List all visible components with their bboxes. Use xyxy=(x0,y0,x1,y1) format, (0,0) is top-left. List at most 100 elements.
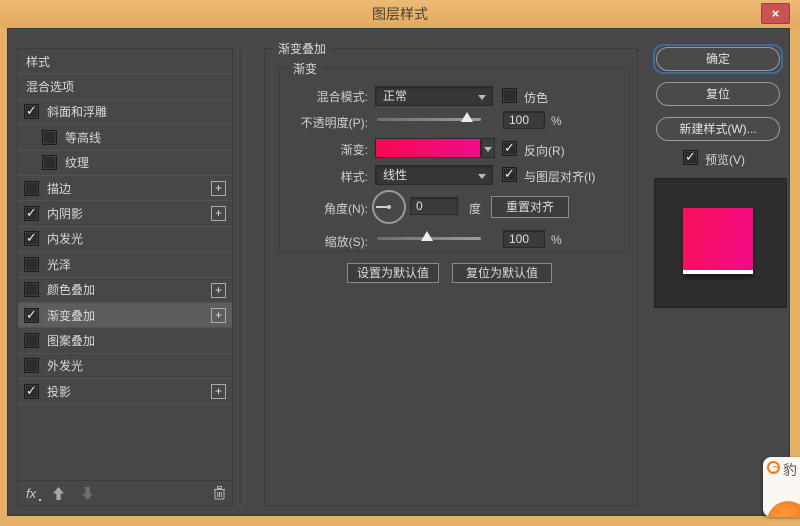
style-enabled-checkbox[interactable] xyxy=(24,307,39,323)
chevron-down-icon xyxy=(478,174,486,179)
group-title: 渐变 xyxy=(288,60,323,77)
opacity-slider-handle[interactable] xyxy=(461,112,473,122)
background-app-text: 豹 xyxy=(783,462,797,478)
close-icon: × xyxy=(771,6,780,21)
style-enabled-checkbox[interactable] xyxy=(24,180,39,196)
style-item-label: 纹理 xyxy=(65,156,90,171)
reset-button[interactable]: 复位 xyxy=(656,82,780,106)
gradient-label: 渐变: xyxy=(340,143,368,157)
blend-mode-label: 混合模式: xyxy=(316,90,368,104)
style-item-label: 外发光 xyxy=(47,359,84,374)
add-instance-button[interactable]: + xyxy=(211,307,226,323)
chevron-down-icon xyxy=(484,147,492,152)
reset-default-button[interactable]: 复位为默认值 xyxy=(452,263,552,283)
align-with-layer-checkbox[interactable] xyxy=(502,166,517,182)
style-enabled-checkbox[interactable] xyxy=(24,256,39,272)
angle-unit: 度 xyxy=(469,202,482,216)
angle-input[interactable]: 0 xyxy=(410,197,458,215)
layer-style-dialog: 样式 混合选项 斜面和浮雕 等高线 纹理 描边 + 内阴影 + 内发光 光泽 颜… xyxy=(7,28,790,516)
panel-title: 渐变叠加 xyxy=(273,40,332,57)
fx-caret xyxy=(39,498,42,501)
style-enabled-checkbox[interactable] xyxy=(42,129,57,145)
gradient-picker-button[interactable] xyxy=(481,138,495,158)
sidebar-footer: fx xyxy=(18,480,232,505)
sidebar-style-item[interactable]: 渐变叠加 + xyxy=(18,302,232,329)
set-default-button[interactable]: 设置为默认值 xyxy=(347,263,439,283)
style-item-label: 颜色叠加 xyxy=(47,283,96,298)
sidebar-style-item[interactable]: 投影 + xyxy=(18,379,232,405)
sidebar-style-item[interactable]: 描边 + xyxy=(18,176,232,202)
arrow-up-icon xyxy=(53,486,65,500)
style-enabled-checkbox[interactable] xyxy=(42,155,57,171)
opacity-input[interactable]: 100 xyxy=(503,111,545,129)
style-item-label: 斜面和浮雕 xyxy=(47,105,108,120)
sidebar-style-item[interactable]: 等高线 xyxy=(18,125,232,151)
sidebar-style-item[interactable]: 斜面和浮雕 xyxy=(18,100,232,126)
style-preview-thumbnail xyxy=(654,178,787,308)
style-select[interactable]: 线性 xyxy=(375,165,493,185)
fx-button[interactable]: fx xyxy=(26,486,42,501)
dither-checkbox[interactable] xyxy=(502,88,517,103)
sidebar-style-item[interactable]: 光泽 xyxy=(18,252,232,278)
styles-sidebar: 样式 混合选项 斜面和浮雕 等高线 纹理 描边 + 内阴影 + 内发光 光泽 颜… xyxy=(17,48,233,506)
preview-label: 预览(V) xyxy=(705,153,745,167)
background-app-card[interactable]: 豹 xyxy=(763,457,800,517)
swirl-logo-icon xyxy=(767,461,780,474)
sidebar-style-item[interactable]: 样式 xyxy=(18,49,232,75)
style-enabled-checkbox[interactable] xyxy=(24,205,39,222)
sidebar-style-item[interactable]: 纹理 xyxy=(18,151,232,176)
preview-checkbox[interactable] xyxy=(683,149,698,165)
sidebar-style-item[interactable]: 内阴影 + xyxy=(18,201,232,227)
opacity-unit: % xyxy=(551,114,562,128)
sidebar-style-item[interactable]: 图案叠加 xyxy=(18,328,232,354)
style-item-label: 描边 xyxy=(47,181,72,196)
scale-input[interactable]: 100 xyxy=(503,230,545,248)
sidebar-scrollbar[interactable] xyxy=(237,48,244,506)
blend-mode-select[interactable]: 正常 xyxy=(375,86,493,106)
angle-dial-center xyxy=(387,205,391,209)
titlebar[interactable]: 图层样式 xyxy=(0,0,800,28)
style-item-label: 样式 xyxy=(26,54,51,69)
style-item-label: 投影 xyxy=(47,384,72,399)
style-enabled-checkbox[interactable] xyxy=(24,332,39,348)
scale-label: 缩放(S): xyxy=(324,235,368,249)
reverse-checkbox[interactable] xyxy=(502,140,517,156)
arrow-down-icon xyxy=(82,486,94,500)
add-instance-button[interactable]: + xyxy=(211,206,226,222)
chevron-down-icon xyxy=(478,95,486,100)
style-enabled-checkbox[interactable] xyxy=(24,103,39,120)
style-label: 样式: xyxy=(340,170,368,184)
style-enabled-checkbox[interactable] xyxy=(24,358,39,374)
orange-logo-icon xyxy=(767,501,800,517)
sidebar-style-item[interactable]: 混合选项 xyxy=(18,74,232,100)
style-enabled-checkbox[interactable] xyxy=(24,383,39,399)
style-item-label: 等高线 xyxy=(65,130,102,145)
gradient-swatch[interactable] xyxy=(375,138,481,158)
delete-style-button[interactable] xyxy=(213,486,226,503)
sidebar-style-item[interactable]: 内发光 xyxy=(18,227,232,253)
sidebar-style-item[interactable]: 外发光 xyxy=(18,354,232,380)
styles-list: 样式 混合选项 斜面和浮雕 等高线 纹理 描边 + 内阴影 + 内发光 光泽 颜… xyxy=(18,49,232,405)
scale-slider-handle[interactable] xyxy=(421,231,433,241)
style-item-label: 光泽 xyxy=(47,257,72,272)
align-with-layer-label: 与图层对齐(I) xyxy=(524,170,596,184)
reset-alignment-button[interactable]: 重置对齐 xyxy=(491,196,569,218)
add-instance-button[interactable]: + xyxy=(211,180,226,196)
sidebar-style-item[interactable]: 颜色叠加 + xyxy=(18,278,232,303)
close-button[interactable]: × xyxy=(761,3,790,24)
add-instance-button[interactable]: + xyxy=(211,384,226,400)
add-instance-button[interactable]: + xyxy=(211,282,226,298)
style-item-label: 渐变叠加 xyxy=(47,308,96,323)
move-down-button[interactable] xyxy=(81,486,94,500)
scale-unit: % xyxy=(551,233,562,247)
ok-button[interactable]: 确定 xyxy=(653,44,783,74)
style-item-label: 内阴影 xyxy=(47,207,84,222)
angle-dial[interactable] xyxy=(372,190,406,224)
style-enabled-checkbox[interactable] xyxy=(24,282,39,298)
style-enabled-checkbox[interactable] xyxy=(24,230,39,247)
new-style-button[interactable]: 新建样式(W)... xyxy=(656,117,780,141)
angle-label: 角度(N): xyxy=(324,202,368,216)
move-up-button[interactable] xyxy=(52,486,65,500)
reverse-label: 反向(R) xyxy=(524,144,565,158)
dither-label: 仿色 xyxy=(524,91,549,105)
